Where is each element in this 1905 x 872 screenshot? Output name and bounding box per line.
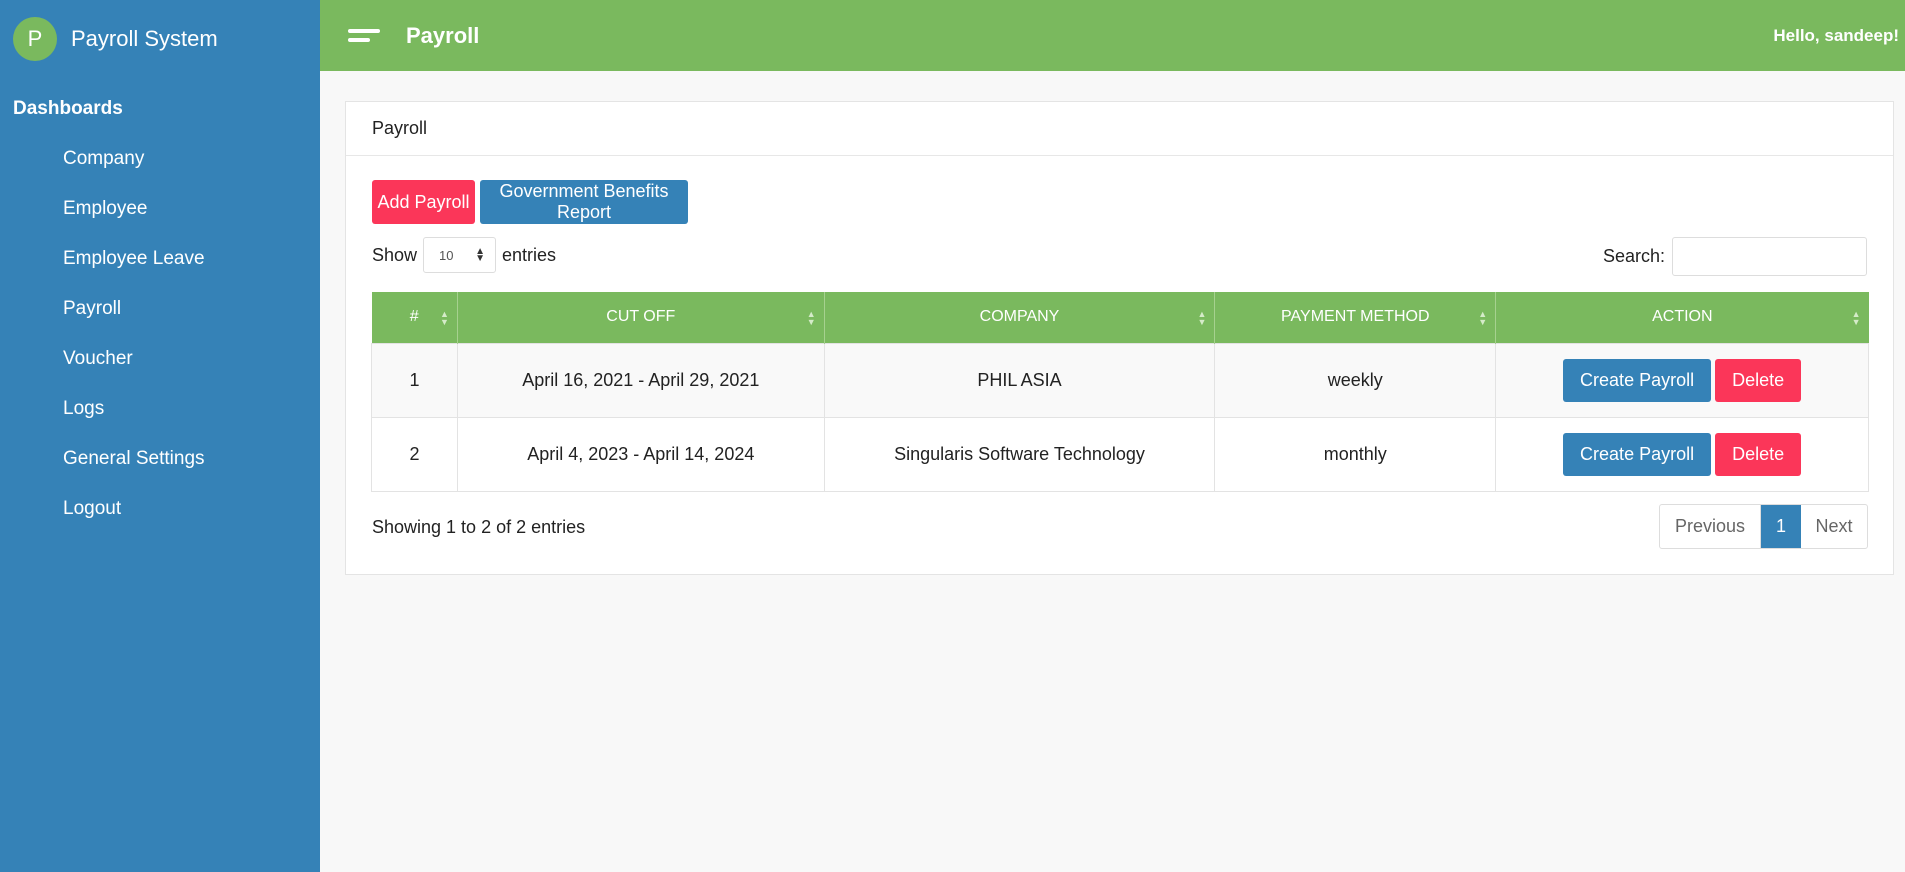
next-page-button[interactable]: Next [1801, 505, 1867, 548]
search-input[interactable] [1672, 237, 1867, 276]
select-arrows-icon: ▲ ▼ [475, 246, 486, 264]
brand[interactable]: P Payroll System [0, 0, 320, 78]
sort-icon: ▲ ▼ [1197, 309, 1207, 327]
payroll-card: Payroll Add Payroll Government Benefits … [345, 101, 1894, 575]
row-company: Singularis Software Technology [823, 416, 1216, 492]
page-1-button[interactable]: 1 [1761, 505, 1801, 548]
add-payroll-button[interactable]: Add Payroll [372, 180, 475, 224]
topbar: Payroll Hello, sandeep! [320, 0, 1905, 71]
previous-page-button[interactable]: Previous [1660, 505, 1761, 548]
row-company: PHIL ASIA [823, 342, 1216, 418]
column-header-cut-off[interactable]: CUT OFF ▲ ▼ [457, 292, 825, 343]
create-payroll-button[interactable]: Create Payroll [1563, 358, 1712, 402]
card-header: Payroll [346, 102, 1893, 156]
sort-icon: ▲ ▼ [440, 309, 449, 327]
sidebar-nav: Company Employee Employee Leave Payroll … [0, 134, 320, 534]
sidebar-item-logout[interactable]: Logout [0, 484, 320, 534]
payroll-table: # ▲ ▼ CUT OFF ▲ ▼ COMPANY ▲ ▼ PAYMENT METHOD ▲ ▼… [371, 292, 1869, 492]
page-title: Payroll [406, 22, 480, 48]
sort-icon: ▲ ▼ [1851, 309, 1861, 327]
entries-select[interactable]: 10 ▲ ▼ [423, 237, 497, 273]
search-label: Search: [1602, 246, 1665, 266]
pagination: Previous 1 Next [1659, 504, 1868, 549]
sidebar-item-logs[interactable]: Logs [0, 384, 320, 434]
show-label: Show [372, 244, 418, 265]
create-payroll-button[interactable]: Create Payroll [1563, 432, 1712, 476]
entries-length-control: Show 10 ▲ ▼ entries [372, 237, 556, 273]
sidebar-item-company[interactable]: Company [0, 134, 320, 184]
sidebar-item-employee[interactable]: Employee [0, 184, 320, 234]
row-number: 1 [371, 342, 458, 418]
sidebar-item-employee-leave[interactable]: Employee Leave [0, 234, 320, 284]
search-control: Search: [1603, 237, 1867, 276]
row-cut-off: April 16, 2021 - April 29, 2021 [456, 342, 825, 418]
table-info: Showing 1 to 2 of 2 entries [372, 517, 586, 537]
row-payment-method: monthly [1214, 416, 1497, 492]
column-header-company[interactable]: COMPANY ▲ ▼ [824, 292, 1216, 343]
sort-icon: ▲ ▼ [1478, 309, 1488, 327]
column-header-action[interactable]: ACTION ▲ ▼ [1495, 292, 1869, 343]
column-header-payment-method[interactable]: PAYMENT METHOD ▲ ▼ [1214, 292, 1497, 343]
government-benefits-report-button[interactable]: Government Benefits Report [480, 180, 688, 224]
entries-label: entries [502, 244, 557, 265]
sort-icon: ▲ ▼ [806, 309, 816, 327]
sidebar-item-voucher[interactable]: Voucher [0, 334, 320, 384]
sidebar: P Payroll System Dashboards Company Empl… [0, 0, 320, 872]
sidebar-section-title: Dashboards [13, 98, 123, 119]
delete-button[interactable]: Delete [1715, 358, 1802, 402]
row-payment-method: weekly [1214, 342, 1497, 418]
row-actions: Create Payroll Delete [1495, 342, 1869, 418]
user-greeting[interactable]: Hello, sandeep! [1773, 26, 1899, 46]
table-header-row: # ▲ ▼ CUT OFF ▲ ▼ COMPANY ▲ ▼ PAYMENT METHOD ▲ ▼… [371, 292, 1869, 343]
row-actions: Create Payroll Delete [1495, 416, 1869, 492]
column-header-number[interactable]: # ▲ ▼ [371, 292, 458, 343]
menu-toggle-icon[interactable] [348, 28, 380, 43]
row-cut-off: April 4, 2023 - April 14, 2024 [456, 416, 825, 492]
sidebar-item-payroll[interactable]: Payroll [0, 284, 320, 334]
table-row: 1 April 16, 2021 - April 29, 2021 PHIL A… [371, 342, 1869, 418]
sidebar-item-general-settings[interactable]: General Settings [0, 434, 320, 484]
table-row: 2 April 4, 2023 - April 14, 2024 Singula… [371, 416, 1869, 492]
brand-logo: P [13, 17, 57, 61]
brand-name: Payroll System [71, 26, 218, 51]
row-number: 2 [371, 416, 458, 492]
entries-select-value: 10 [439, 247, 454, 263]
delete-button[interactable]: Delete [1715, 432, 1802, 476]
